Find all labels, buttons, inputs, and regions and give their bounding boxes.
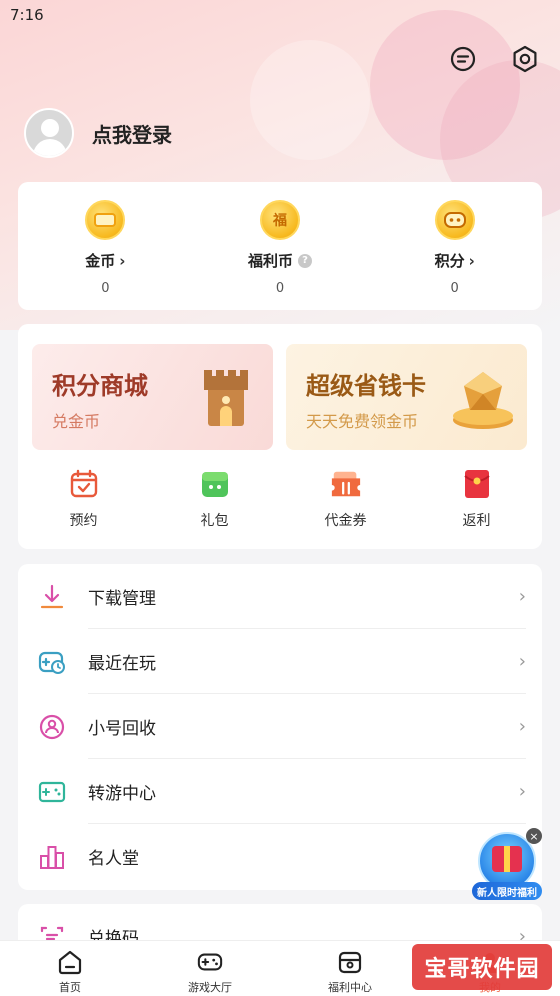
banner-subtitle: 兑金币 [52, 412, 101, 431]
chevron-right-icon: › [518, 586, 526, 607]
welfare-center-icon [337, 949, 363, 975]
super-saving-card-banner[interactable]: 超级省钱卡 天天免费领金币 [286, 344, 527, 450]
wallet-label: 福利币 [248, 252, 294, 270]
gold-gem-icon [453, 372, 513, 429]
wallet-value: 0 [450, 281, 459, 296]
shortcut-label: 礼包 [200, 513, 229, 529]
voucher-icon [330, 468, 362, 500]
red-envelope-icon [461, 468, 493, 500]
menu-label: 名人堂 [88, 849, 139, 869]
hall-of-fame-icon [38, 843, 66, 871]
menu-item-hall-of-fame[interactable]: 名人堂 [18, 824, 542, 889]
welfare-coin-icon: 福 [260, 200, 300, 240]
settings-icon[interactable] [508, 42, 542, 76]
menu-label: 小号回收 [88, 719, 156, 739]
promo-card: 积分商城 兑金币 超级省钱卡 天天免费领金币 预约 礼包 代金券 返利 [18, 324, 542, 549]
points-icon [434, 200, 475, 240]
menu-label: 最近在玩 [88, 654, 156, 674]
shortcut-label: 返利 [462, 513, 491, 529]
account-recycle-icon [38, 713, 66, 741]
status-bar-time: 7:16 [10, 6, 44, 24]
points-mall-banner[interactable]: 积分商城 兑金币 [32, 344, 273, 450]
wallet-value: 0 [275, 281, 285, 296]
wallet-label: 积分 [434, 252, 465, 270]
menu-item-recent[interactable]: 最近在玩 › [18, 629, 542, 694]
help-icon[interactable]: ? [298, 253, 313, 268]
shortcut-label: 预约 [69, 513, 98, 529]
shortcut-voucher[interactable]: 代金券 [280, 468, 411, 530]
calendar-icon [68, 468, 100, 500]
wallet-points[interactable]: 积分 › 0 [367, 182, 542, 310]
gold-coin-icon [85, 200, 126, 240]
chevron-right-icon: › [518, 781, 526, 802]
menu-label: 转游中心 [88, 784, 156, 804]
gift-icon [492, 846, 522, 872]
shortcut-rebate[interactable]: 返利 [411, 468, 542, 530]
recent-game-icon [38, 648, 66, 676]
watermark: 宝哥软件园 [412, 944, 552, 990]
tab-label: 游戏大厅 [188, 981, 232, 994]
message-icon[interactable] [446, 42, 480, 76]
home-icon [57, 949, 83, 975]
avatar[interactable] [24, 108, 74, 158]
tab-welfare-center[interactable]: 福利中心 [280, 941, 420, 996]
wallet-label: 金币 [85, 252, 116, 270]
shortcut-reservation[interactable]: 预约 [18, 468, 149, 530]
tab-game-hall[interactable]: 游戏大厅 [140, 941, 280, 996]
menu-item-download[interactable]: 下载管理 › [18, 564, 542, 629]
shortcut-row: 预约 礼包 代金券 返利 [18, 468, 542, 530]
tab-home[interactable]: 首页 [0, 941, 140, 996]
download-icon [38, 583, 66, 611]
transfer-game-icon [38, 778, 66, 806]
tab-label: 首页 [59, 981, 81, 994]
login-text[interactable]: 点我登录 [92, 119, 172, 148]
close-icon[interactable]: × [526, 828, 542, 844]
banner-subtitle: 天天免费领金币 [306, 412, 419, 431]
chevron-right-icon: › [518, 651, 526, 672]
shortcut-label: 代金券 [324, 513, 367, 529]
chevron-right-icon: › [119, 251, 126, 270]
wallet-welfare-coin[interactable]: 福 福利币? 0 [193, 182, 368, 310]
banner-title: 积分商城 [52, 372, 148, 400]
tab-label: 福利中心 [328, 981, 372, 994]
wallet-card: 金币 › 0 福 福利币? 0 积分 › 0 [18, 182, 542, 310]
castle-icon [204, 370, 248, 426]
menu-label: 下载管理 [88, 589, 156, 609]
gift-pack-icon [199, 468, 231, 500]
newcomer-welfare-badge[interactable]: 新人限时福利 × [470, 828, 544, 902]
chevron-right-icon: › [518, 716, 526, 737]
login-entry[interactable]: 点我登录 [24, 108, 172, 158]
menu-item-account-recycle[interactable]: 小号回收 › [18, 694, 542, 759]
banner-title: 超级省钱卡 [306, 372, 426, 400]
chevron-right-icon: › [468, 251, 475, 270]
gamepad-icon [197, 949, 223, 975]
menu-list: 下载管理 › 最近在玩 › 小号回收 › 转游中心 › 名人堂 [18, 564, 542, 890]
shortcut-gift-pack[interactable]: 礼包 [149, 468, 280, 530]
wallet-value: 0 [101, 281, 110, 296]
badge-label: 新人限时福利 [472, 882, 542, 900]
menu-item-transfer-center[interactable]: 转游中心 › [18, 759, 542, 824]
wallet-gold-coin[interactable]: 金币 › 0 [18, 182, 193, 310]
